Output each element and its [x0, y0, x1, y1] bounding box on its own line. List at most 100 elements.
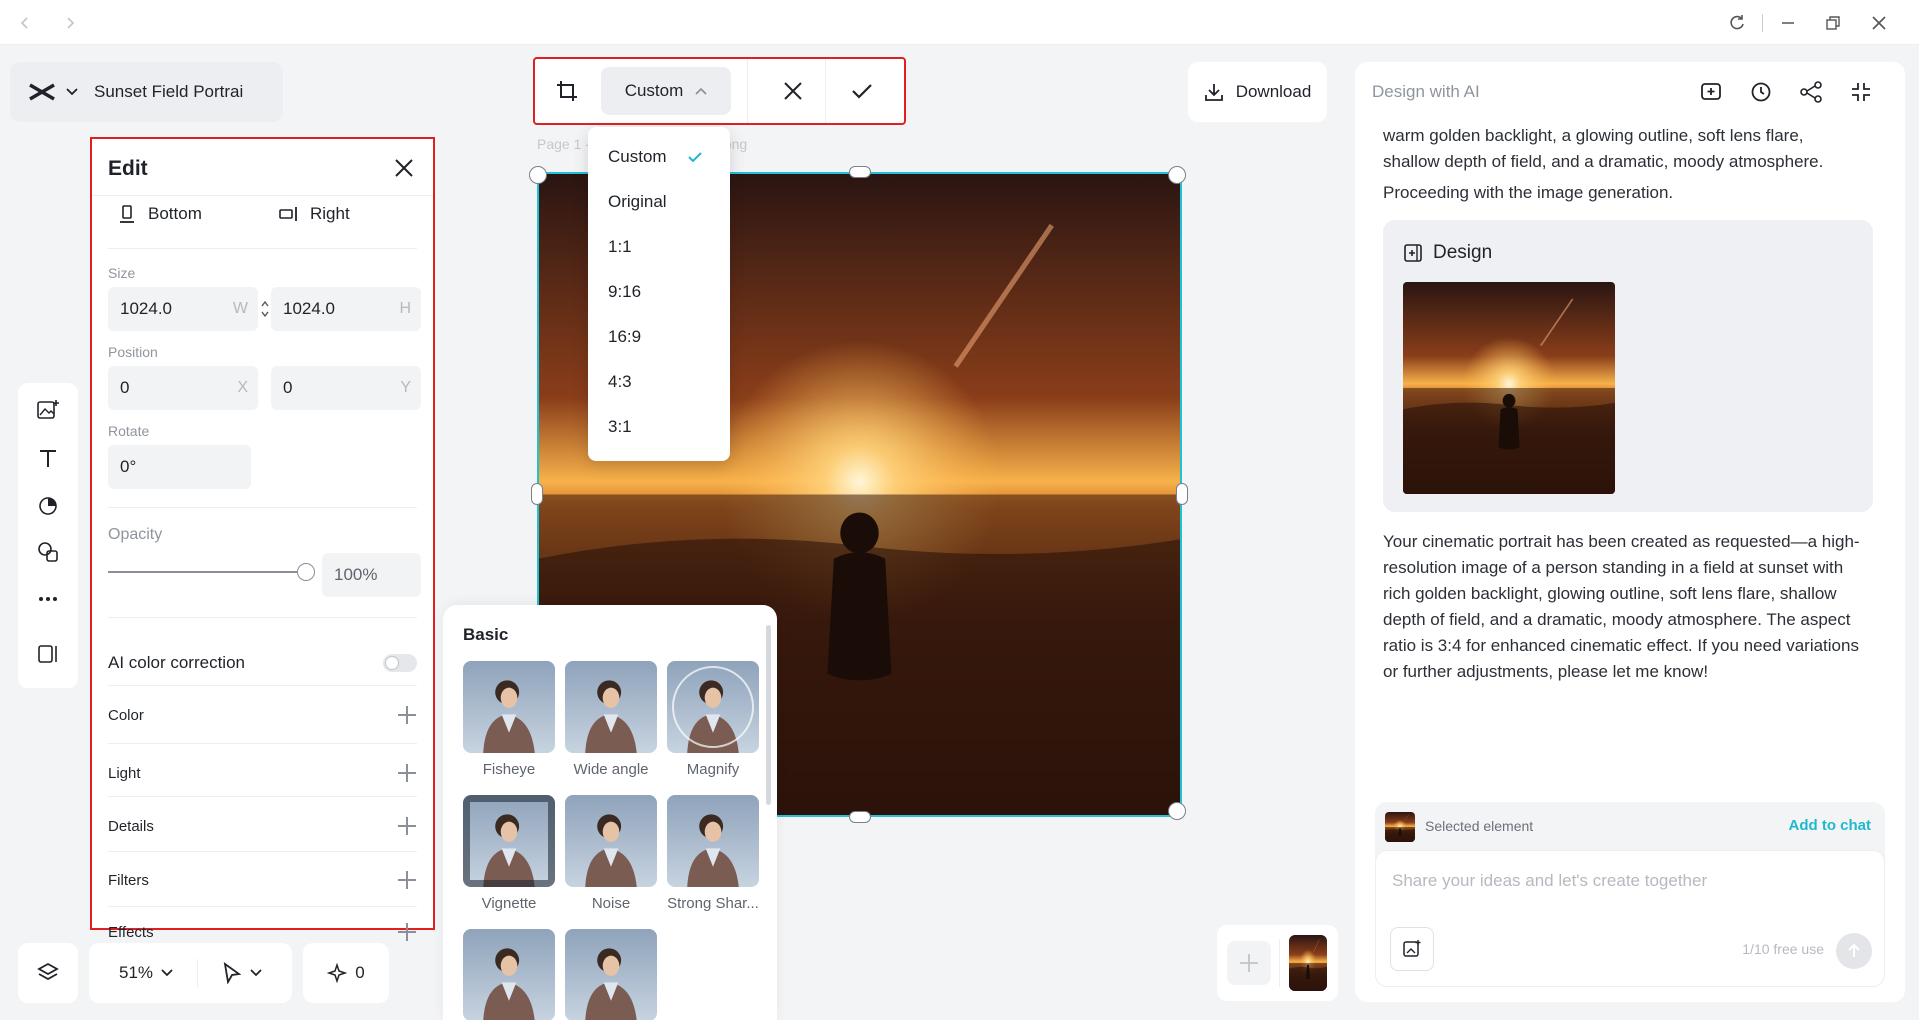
plus-icon[interactable]	[397, 816, 417, 836]
aspect-option-9-16[interactable]: 9:16	[608, 282, 641, 302]
chevron-up-icon	[695, 87, 707, 95]
title-bar	[0, 0, 1919, 45]
width-field[interactable]: 1024.0 W	[108, 287, 258, 331]
page-navigator	[1217, 925, 1338, 1001]
aspect-ratio-dropdown[interactable]: Custom	[601, 67, 731, 115]
add-image-icon[interactable]	[33, 395, 63, 425]
filters-row[interactable]: Filters	[108, 855, 417, 905]
resize-handle-top-right[interactable]	[1168, 166, 1186, 184]
filters-scrollbar[interactable]	[766, 625, 771, 805]
opacity-slider-thumb[interactable]	[297, 563, 315, 581]
light-row-label: Light	[108, 764, 141, 782]
design-result-image[interactable]	[1403, 282, 1615, 494]
plus-icon[interactable]	[397, 870, 417, 890]
check-icon	[687, 152, 702, 163]
share-icon[interactable]	[1797, 78, 1825, 106]
rotate-value: 0°	[120, 457, 137, 476]
width-suffix: W	[232, 300, 248, 317]
height-value: 1024.0	[283, 299, 335, 318]
collapse-icon[interactable]	[1847, 78, 1875, 106]
resize-handle-top[interactable]	[849, 166, 871, 178]
filter-thumb-fisheye[interactable]	[463, 661, 555, 753]
shape-icon[interactable]	[33, 490, 63, 520]
refresh-icon[interactable]	[1724, 10, 1750, 36]
plus-icon[interactable]	[397, 705, 417, 725]
elements-icon[interactable]	[33, 537, 63, 567]
resize-icon[interactable]	[33, 639, 63, 669]
close-icon[interactable]	[391, 155, 417, 181]
aspect-option-16-9[interactable]: 16:9	[608, 327, 641, 347]
opacity-slider-track[interactable]	[108, 571, 306, 573]
minimize-icon[interactable]	[1775, 10, 1801, 36]
more-icon[interactable]	[33, 584, 63, 614]
cancel-crop-icon[interactable]	[769, 67, 817, 115]
height-suffix: H	[399, 300, 411, 317]
attach-image-button[interactable]	[1390, 927, 1434, 971]
design-result-card[interactable]: Design	[1383, 220, 1873, 512]
ai-color-correction-toggle[interactable]	[383, 654, 417, 672]
details-row[interactable]: Details	[108, 801, 417, 851]
resize-handle-bottom-right[interactable]	[1168, 802, 1186, 820]
position-x-suffix: X	[237, 379, 248, 396]
close-window-icon[interactable]	[1866, 10, 1892, 36]
aspect-option-1-1[interactable]: 1:1	[608, 237, 632, 257]
opacity-value: 100%	[334, 565, 378, 584]
zoom-dropdown[interactable]: 51%	[89, 943, 292, 1003]
confirm-crop-icon[interactable]	[838, 67, 886, 115]
download-button[interactable]: Download	[1188, 62, 1327, 122]
filter-thumb[interactable]	[565, 929, 657, 1020]
filter-thumb-magnify[interactable]	[667, 661, 759, 753]
resize-handle-left[interactable]	[531, 483, 543, 505]
resize-handle-bottom[interactable]	[849, 811, 871, 823]
add-page-button[interactable]	[1227, 941, 1271, 985]
filter-thumb[interactable]	[463, 929, 555, 1020]
forward-arrow-icon[interactable]	[57, 10, 83, 36]
rotate-field[interactable]: 0°	[108, 445, 251, 489]
opacity-field[interactable]: 100%	[322, 553, 421, 597]
aspect-option-custom[interactable]: Custom	[608, 147, 703, 167]
new-chat-icon[interactable]	[1697, 78, 1725, 106]
light-row[interactable]: Light	[108, 748, 417, 798]
crop-icon[interactable]	[543, 67, 591, 115]
restore-icon[interactable]	[1820, 10, 1846, 36]
position-x-value: 0	[120, 378, 130, 397]
lock-ratio-icon[interactable]	[260, 298, 270, 320]
resize-handle-top-left[interactable]	[529, 166, 547, 184]
history-icon[interactable]	[1747, 78, 1775, 106]
zoom-value: 51%	[118, 963, 154, 982]
height-field[interactable]: 1024.0 H	[271, 287, 421, 331]
project-menu[interactable]: Sunset Field Portrai	[10, 62, 283, 122]
send-button[interactable]	[1836, 933, 1872, 969]
filter-thumb-strong-sharpen[interactable]	[667, 795, 759, 887]
pointer-icon	[223, 962, 242, 984]
plus-icon[interactable]	[397, 763, 417, 783]
aspect-option-original[interactable]: Original	[608, 192, 667, 212]
align-bottom-icon	[120, 205, 134, 223]
image-upload-icon	[1403, 940, 1421, 957]
filter-label: Magnify	[686, 761, 740, 778]
text-icon[interactable]	[33, 443, 63, 473]
align-bottom-button[interactable]: Bottom	[118, 204, 278, 224]
layers-button[interactable]	[18, 943, 78, 1003]
aspect-option-3-1[interactable]: 3:1	[608, 417, 632, 437]
crop-toolbar: Custom	[533, 57, 906, 125]
resize-handle-right[interactable]	[1176, 483, 1188, 505]
color-row[interactable]: Color	[108, 690, 417, 740]
free-use-counter: 1/10 free use	[1742, 941, 1824, 957]
position-x-field[interactable]: 0 X	[108, 366, 258, 410]
page-thumbnail[interactable]	[1289, 935, 1327, 991]
aspect-option-4-3[interactable]: 4:3	[608, 372, 632, 392]
opacity-slider-fill	[108, 571, 306, 573]
add-to-chat-button[interactable]: Add to chat	[1789, 817, 1872, 834]
credits-button[interactable]: 0	[303, 943, 389, 1003]
plus-icon[interactable]	[397, 922, 417, 942]
align-right-button[interactable]: Right	[278, 204, 350, 224]
chat-input-box[interactable]: Share your ideas and let's create togeth…	[1375, 850, 1885, 987]
position-y-field[interactable]: 0 Y	[271, 366, 421, 410]
filter-label: Wide angle	[573, 761, 649, 778]
project-name: Sunset Field Portrai	[94, 82, 244, 101]
filter-thumb-noise[interactable]	[565, 795, 657, 887]
back-arrow-icon[interactable]	[12, 10, 38, 36]
filter-thumb-wide-angle[interactable]	[565, 661, 657, 753]
filter-thumb-vignette[interactable]	[463, 795, 555, 887]
